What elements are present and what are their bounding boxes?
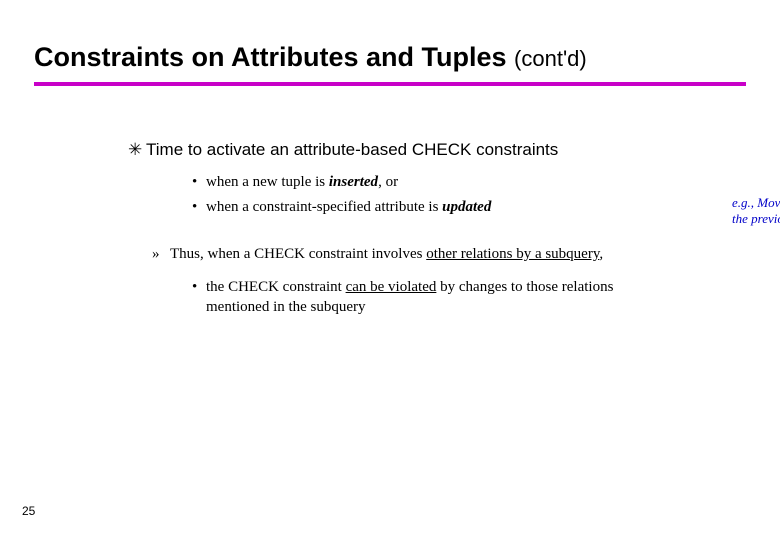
sub1-a: when a new tuple is	[206, 174, 329, 190]
bullet-time-text: Time to activate an attribute-based CHEC…	[146, 140, 558, 159]
slide: Constraints on Attributes and Tuples (co…	[0, 0, 780, 540]
thus-b: other relations by a subquery	[426, 246, 599, 262]
page-number: 25	[22, 504, 35, 518]
thus-a: Thus, when a CHECK constraint involves	[170, 246, 426, 262]
sub1-c: , or	[378, 174, 398, 190]
slide-body: ✳Time to activate an attribute-based CHE…	[128, 140, 748, 318]
consq-a: the CHECK constraint	[206, 279, 346, 295]
consequence-bullet: the CHECK constraint can be violated by …	[192, 277, 632, 318]
thus-wrap: Thus, when a CHECK constraint involves o…	[128, 246, 748, 318]
title-wrap: Constraints on Attributes and Tuples (co…	[34, 42, 746, 73]
slide-title: Constraints on Attributes and Tuples (co…	[34, 42, 746, 73]
example-note: e.g., Movie.Exec in the previous example	[732, 195, 780, 228]
star-icon: ✳	[128, 140, 146, 160]
sub2-a: when a constraint-specified attribute is	[206, 199, 442, 215]
note-line2: the previous example	[732, 211, 780, 226]
consq-b: can be violated	[346, 279, 437, 295]
thus-c: ,	[599, 246, 603, 262]
title-main: Constraints on Attributes and Tuples	[34, 42, 507, 72]
title-contd: (cont'd)	[514, 46, 587, 71]
title-rule	[34, 82, 746, 86]
note-line1: e.g., Movie.Exec in	[732, 195, 780, 210]
sub2-b: updated	[442, 199, 491, 215]
sub1-b: inserted	[329, 174, 378, 190]
thus-bullet: Thus, when a CHECK constraint involves o…	[152, 246, 748, 263]
bullet-time: ✳Time to activate an attribute-based CHE…	[128, 140, 748, 160]
subbullet-inserted: when a new tuple is inserted, or	[192, 174, 748, 191]
subbullet-updated: when a constraint-specified attribute is…	[192, 199, 748, 216]
